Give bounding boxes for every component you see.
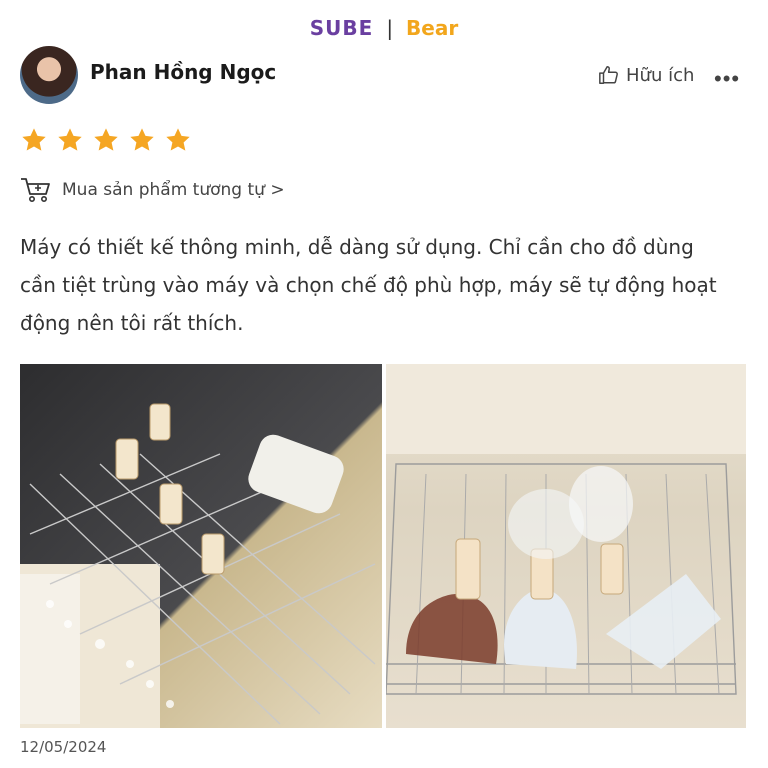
rating-stars <box>20 126 192 154</box>
reviewer-avatar[interactable] <box>20 46 78 104</box>
star-icon <box>58 128 82 151</box>
buy-similar-label: Mua sản phẩm tương tự > <box>62 180 285 200</box>
review-text: Máy có thiết kế thông minh, dễ dàng sử d… <box>20 235 717 335</box>
review-photo-bottles[interactable] <box>386 364 746 728</box>
brand-separator: | <box>386 16 394 40</box>
thumbs-up-icon <box>599 66 618 84</box>
sterilizer-rack-image <box>20 403 376 728</box>
brand-bear: Bear <box>406 16 459 40</box>
review-date: 12/05/2024 <box>20 738 107 756</box>
more-options-button[interactable]: ••• <box>714 66 740 92</box>
star-icon <box>94 128 118 151</box>
buy-similar-link[interactable]: Mua sản phẩm tương tự > <box>20 176 285 204</box>
star-icon <box>166 128 190 151</box>
review-photo-sterilizer[interactable] <box>20 364 382 728</box>
helpful-button[interactable]: Hữu ích <box>598 64 694 86</box>
brand-logo: SUBE | Bear <box>0 16 768 48</box>
cart-icon <box>21 178 50 202</box>
brand-sube: SUBE <box>309 16 374 40</box>
helpful-label: Hữu ích <box>626 64 695 86</box>
reviewer-name: Phan Hồng Ngọc <box>90 60 277 84</box>
star-icon <box>22 128 46 151</box>
bottles-rack-image <box>386 364 746 695</box>
star-icon <box>130 128 154 151</box>
